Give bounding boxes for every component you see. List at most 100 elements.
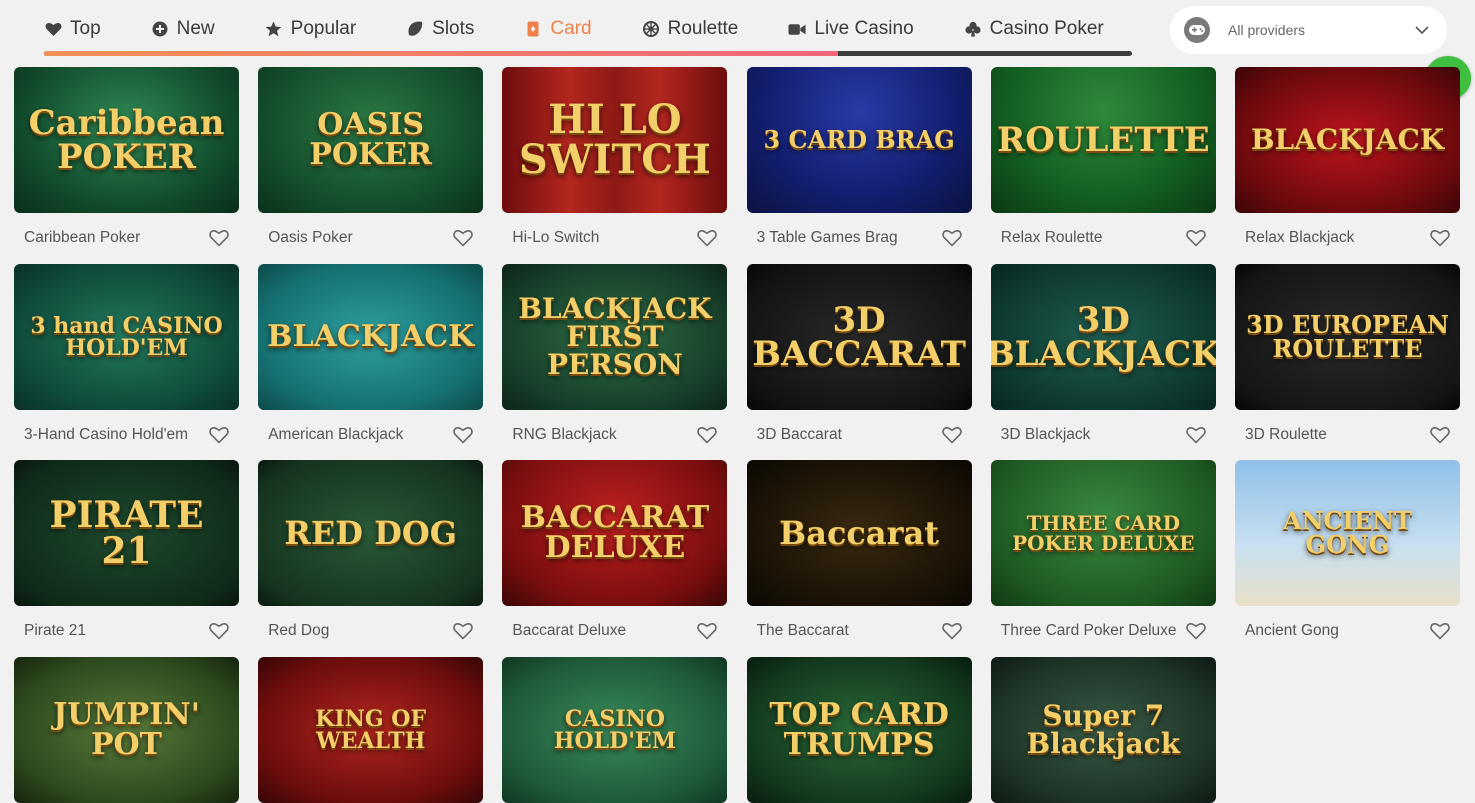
favorite-heart-icon[interactable] bbox=[696, 620, 718, 642]
tab-live-casino[interactable]: Live Casino bbox=[788, 6, 914, 52]
game-thumbnail[interactable]: JUMPIN' POT bbox=[14, 657, 239, 803]
game-card[interactable]: CASINO HOLD'EM bbox=[502, 657, 728, 803]
game-thumbnail[interactable]: 3D EUROPEAN ROULETTE bbox=[1235, 263, 1460, 410]
game-card[interactable]: 3 CARD BRAG 3 Table Games Brag bbox=[746, 67, 972, 263]
game-thumbnail[interactable]: RED DOG bbox=[258, 460, 484, 607]
game-card[interactable]: 3 hand CASINO HOLD'EM 3-Hand Casino Hold'… bbox=[14, 263, 239, 460]
game-thumbnail[interactable]: Super 7 Blackjack bbox=[990, 657, 1216, 803]
game-card[interactable]: PIRATE 21 Pirate 21 bbox=[14, 460, 239, 656]
game-card[interactable]: BLACKJACK FIRST PERSON RNG Blackjack bbox=[502, 263, 728, 460]
category-tabs: Top New Popular Slots Card Roulette Live Casin… bbox=[44, 6, 1134, 52]
game-thumbnail[interactable]: 3 CARD BRAG bbox=[746, 67, 972, 213]
favorite-heart-icon[interactable] bbox=[1429, 227, 1451, 249]
tab-top[interactable]: Top bbox=[44, 6, 101, 52]
game-card[interactable]: JUMPIN' POT bbox=[14, 657, 239, 803]
favorite-heart-icon[interactable] bbox=[1429, 620, 1451, 642]
game-artwork-title: KING OF WEALTH bbox=[315, 706, 427, 755]
game-thumbnail[interactable]: THREE CARD POKER DELUXE bbox=[990, 460, 1216, 607]
game-card[interactable]: Super 7 Blackjack bbox=[990, 657, 1216, 803]
game-meta: 3D Baccarat bbox=[747, 410, 972, 460]
game-thumbnail[interactable]: KING OF WEALTH bbox=[258, 657, 484, 803]
game-card[interactable]: OASIS POKER Oasis Poker bbox=[258, 67, 484, 263]
favorite-heart-icon[interactable] bbox=[696, 424, 718, 446]
game-card[interactable]: BLACKJACK American Blackjack bbox=[258, 263, 484, 460]
game-meta: Relax Roulette bbox=[991, 213, 1216, 263]
tab-card[interactable]: Card bbox=[524, 6, 592, 52]
game-thumbnail[interactable]: TOP CARD TRUMPS bbox=[746, 657, 972, 803]
game-card[interactable]: 3D BLACKJACK 3D Blackjack bbox=[990, 263, 1216, 460]
game-thumbnail[interactable]: 3D BLACKJACK bbox=[990, 263, 1216, 410]
favorite-heart-icon[interactable] bbox=[452, 227, 474, 249]
favorite-heart-icon[interactable] bbox=[1429, 424, 1451, 446]
game-card[interactable]: HI LO SWITCH Hi-Lo Switch bbox=[502, 67, 728, 263]
game-meta: 3D Blackjack bbox=[991, 410, 1216, 460]
game-card[interactable]: 3D BACCARAT 3D Baccarat bbox=[746, 263, 972, 460]
game-artwork-title: ROULETTE bbox=[996, 120, 1210, 160]
game-thumbnail[interactable]: ANCIENT GONG bbox=[1235, 460, 1460, 607]
game-meta: Baccarat Deluxe bbox=[502, 606, 727, 656]
game-card[interactable]: Baccarat The Baccarat bbox=[746, 460, 972, 656]
game-thumbnail[interactable]: ROULETTE bbox=[990, 67, 1216, 213]
favorite-heart-icon[interactable] bbox=[208, 424, 230, 446]
tabs-scroll-progress-fill bbox=[44, 51, 839, 56]
game-card[interactable]: ROULETTE Relax Roulette bbox=[990, 67, 1216, 263]
favorite-heart-icon[interactable] bbox=[208, 620, 230, 642]
game-name: Three Card Poker Deluxe bbox=[1000, 622, 1177, 640]
game-artwork-title: OASIS POKER bbox=[309, 107, 432, 172]
favorite-heart-icon[interactable] bbox=[1185, 620, 1207, 642]
favorite-heart-icon[interactable] bbox=[208, 227, 230, 249]
game-thumbnail[interactable]: BACCARAT DELUXE bbox=[502, 460, 728, 607]
tab-slots[interactable]: Slots bbox=[406, 6, 474, 52]
chevron-down-icon bbox=[1411, 19, 1433, 41]
game-card[interactable]: ANCIENT GONG Ancient Gong bbox=[1235, 460, 1460, 656]
provider-select-value: All providers bbox=[1228, 22, 1306, 38]
game-card[interactable]: Caribbean POKER Caribbean Poker bbox=[14, 67, 239, 263]
game-card[interactable]: RED DOG Red Dog bbox=[258, 460, 484, 656]
game-card[interactable]: TOP CARD TRUMPS bbox=[746, 657, 972, 803]
game-card[interactable]: BLACKJACK Relax Blackjack bbox=[1235, 67, 1460, 263]
game-card[interactable]: 3D EUROPEAN ROULETTE 3D Roulette bbox=[1235, 263, 1460, 460]
game-thumbnail[interactable]: CASINO HOLD'EM bbox=[502, 657, 728, 803]
game-name: American Blackjack bbox=[268, 425, 404, 443]
game-card[interactable]: KING OF WEALTH bbox=[258, 657, 484, 803]
game-artwork-title: BLACKJACK bbox=[1250, 123, 1445, 156]
favorite-heart-icon[interactable] bbox=[452, 424, 474, 446]
game-thumbnail[interactable]: Baccarat bbox=[746, 460, 972, 607]
game-card[interactable]: BACCARAT DELUXE Baccarat Deluxe bbox=[502, 460, 728, 656]
gamepad-icon bbox=[1184, 17, 1210, 43]
tab-new[interactable]: New bbox=[151, 6, 215, 52]
favorite-heart-icon[interactable] bbox=[1185, 227, 1207, 249]
game-name: Baccarat Deluxe bbox=[512, 622, 627, 640]
game-thumbnail[interactable]: Caribbean POKER bbox=[14, 67, 239, 213]
tab-label: New bbox=[176, 18, 215, 39]
game-thumbnail[interactable]: HI LO SWITCH bbox=[502, 67, 728, 213]
game-thumbnail[interactable]: BLACKJACK bbox=[258, 263, 484, 410]
tab-label: Casino Poker bbox=[989, 18, 1104, 39]
game-name: Relax Roulette bbox=[1000, 229, 1103, 246]
favorite-heart-icon[interactable] bbox=[941, 227, 963, 249]
club-icon bbox=[964, 20, 982, 38]
game-card[interactable]: THREE CARD POKER DELUXE Three Card Poker … bbox=[990, 460, 1216, 656]
game-thumbnail[interactable]: BLACKJACK bbox=[1235, 67, 1460, 213]
game-thumbnail[interactable]: OASIS POKER bbox=[258, 67, 484, 213]
game-thumbnail[interactable]: 3D BACCARAT bbox=[746, 263, 972, 410]
tab-popular[interactable]: Popular bbox=[265, 6, 356, 52]
game-meta: Oasis Poker bbox=[258, 213, 483, 263]
plus-circle-icon bbox=[151, 20, 169, 38]
tab-roulette[interactable]: Roulette bbox=[642, 6, 738, 52]
favorite-heart-icon[interactable] bbox=[941, 424, 963, 446]
card-icon bbox=[524, 20, 542, 38]
game-thumbnail[interactable]: PIRATE 21 bbox=[14, 460, 239, 607]
favorite-heart-icon[interactable] bbox=[1185, 424, 1207, 446]
game-name: Red Dog bbox=[268, 622, 330, 640]
game-thumbnail[interactable]: 3 hand CASINO HOLD'EM bbox=[14, 263, 239, 410]
game-meta: 3 Table Games Brag bbox=[747, 213, 972, 263]
tab-label: Slots bbox=[432, 18, 475, 39]
provider-select[interactable]: All providers bbox=[1170, 6, 1447, 54]
favorite-heart-icon[interactable] bbox=[941, 620, 963, 642]
game-thumbnail[interactable]: BLACKJACK FIRST PERSON bbox=[502, 263, 728, 410]
favorite-heart-icon[interactable] bbox=[452, 620, 474, 642]
favorite-heart-icon[interactable] bbox=[696, 227, 718, 249]
game-name: The Baccarat bbox=[756, 622, 849, 640]
tab-casino-poker[interactable]: Casino Poker bbox=[964, 6, 1104, 52]
